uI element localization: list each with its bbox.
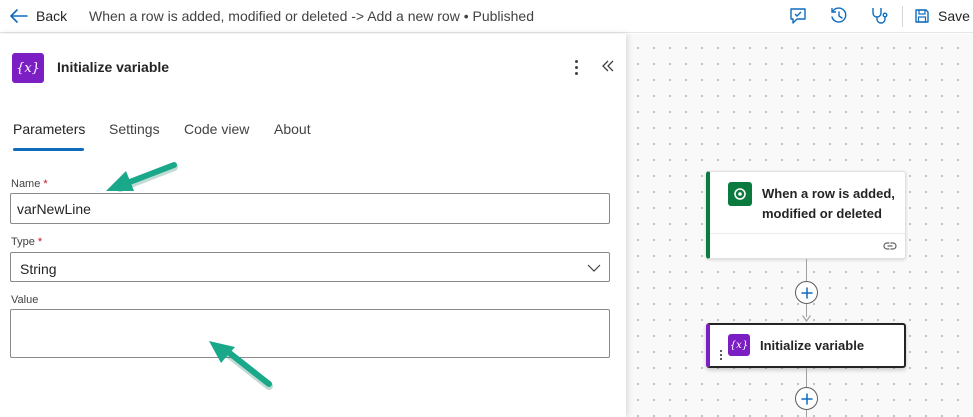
stethoscope-icon: [872, 8, 888, 24]
collapse-panel-button[interactable]: [598, 56, 618, 76]
type-select[interactable]: String: [10, 252, 610, 282]
action-title: Initialize variable: [760, 338, 865, 353]
insert-step-button[interactable]: [795, 281, 818, 304]
top-bar: Back When a row is added, modified or de…: [0, 0, 973, 33]
variable-icon: {x}: [12, 53, 44, 83]
chevron-double-left-icon: [602, 60, 614, 72]
flow-checker-button[interactable]: [787, 5, 809, 27]
save-button[interactable]: Save d: [914, 6, 973, 26]
more-vertical-icon: [574, 59, 578, 63]
value-input[interactable]: [10, 309, 610, 358]
type-field-label: Type *: [11, 236, 43, 248]
insert-step-button[interactable]: [795, 387, 818, 410]
back-button[interactable]: Back: [10, 6, 67, 26]
connector-line: [806, 368, 807, 387]
tab-settings[interactable]: Settings: [109, 121, 160, 137]
dataverse-icon: [728, 182, 752, 206]
trigger-card[interactable]: When a row is added, modified or deleted: [706, 171, 906, 259]
tab-about[interactable]: About: [274, 121, 311, 137]
card-divider: [710, 233, 905, 234]
active-tab-indicator: [13, 148, 84, 151]
flow-checker-icon: [790, 8, 806, 24]
required-marker: *: [43, 178, 48, 190]
arrow-left-icon: [10, 9, 28, 23]
connector-arrow-icon: [802, 315, 811, 322]
value-field-label: Value: [11, 294, 39, 306]
flow-title: When a row is added, modified or deleted…: [89, 8, 534, 24]
link-icon: [883, 242, 897, 250]
initialize-variable-card[interactable]: {x} Initialize variable: [706, 323, 906, 368]
panel-title: Initialize variable: [57, 59, 170, 75]
toolbar-divider: [902, 6, 903, 27]
history-icon: [831, 7, 847, 23]
variable-icon: {x}: [728, 334, 750, 356]
tab-code-view[interactable]: Code view: [184, 121, 249, 137]
save-icon: [915, 9, 929, 23]
trigger-title: When a row is added, modified or deleted: [762, 186, 895, 221]
annotation-arrow-icon: [106, 162, 178, 192]
type-select-value: String: [20, 261, 57, 277]
plus-icon: [800, 392, 813, 405]
chevron-down-icon: [587, 264, 601, 272]
test-button[interactable]: [868, 5, 890, 27]
plus-icon: [800, 286, 813, 299]
version-history-button[interactable]: [828, 5, 850, 27]
required-marker: *: [37, 236, 43, 248]
flow-canvas[interactable]: When a row is added, modified or deleted…: [626, 34, 973, 417]
connector-line: [806, 410, 807, 417]
name-field-label: Name *: [11, 178, 48, 190]
annotation-arrow-icon: [209, 341, 273, 390]
connector-line: [806, 259, 807, 281]
action-details-panel: {x} Initialize variable Parameters Setti…: [0, 34, 626, 417]
more-options-button[interactable]: [566, 56, 586, 78]
drag-handle-icon[interactable]: [720, 350, 722, 360]
back-label: Back: [36, 8, 68, 24]
tab-parameters[interactable]: Parameters: [13, 121, 85, 137]
save-label: Save d: [938, 8, 973, 24]
